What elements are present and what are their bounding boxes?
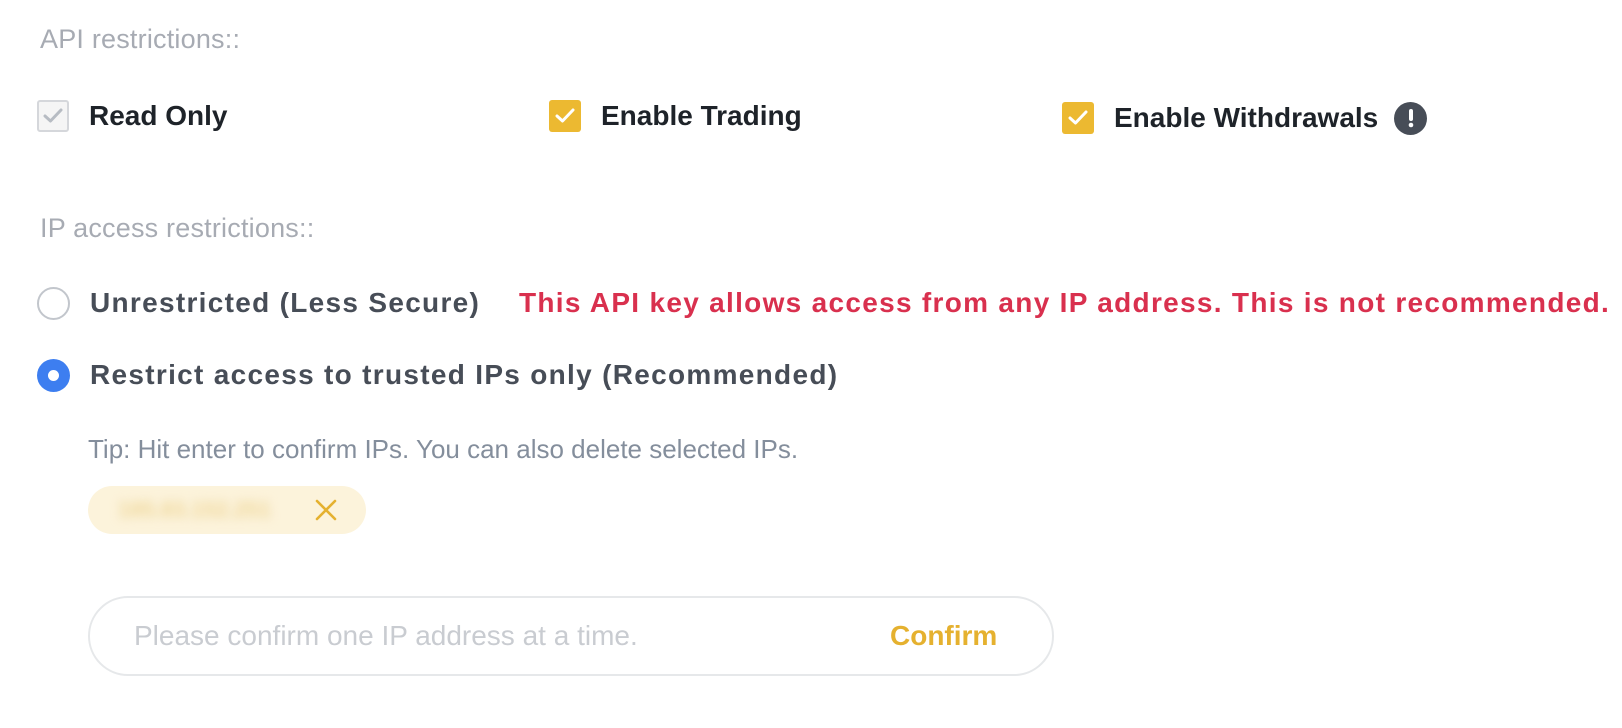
restricted-option[interactable]: Restrict access to trusted IPs only (Rec… <box>37 355 838 395</box>
ip-tip-text: Tip: Hit enter to confirm IPs. You can a… <box>88 434 799 464</box>
check-icon <box>555 108 575 123</box>
enable-withdrawals-label[interactable]: Enable Withdrawals <box>1114 102 1378 134</box>
enable-trading-label[interactable]: Enable Trading <box>601 100 802 132</box>
ip-tag-value: 185.83.152.251 <box>118 497 271 522</box>
check-icon <box>43 108 63 123</box>
unrestricted-label[interactable]: Unrestricted (Less Secure) <box>90 287 480 319</box>
unrestricted-warning-text: This API key allows access from any IP a… <box>519 287 1611 318</box>
api-restrictions-label: API restrictions:: <box>40 24 241 54</box>
confirm-button[interactable]: Confirm <box>890 616 997 656</box>
ip-address-input[interactable] <box>132 605 836 667</box>
ip-input-container: Confirm <box>88 596 1054 676</box>
ip-restrictions-label: IP access restrictions:: <box>40 213 315 243</box>
restricted-label[interactable]: Restrict access to trusted IPs only (Rec… <box>90 359 838 391</box>
radio-dot <box>48 369 59 381</box>
enable-withdrawals-option[interactable]: Enable Withdrawals <box>1062 98 1428 138</box>
enable-withdrawals-checkbox[interactable] <box>1062 102 1094 134</box>
read-only-option: Read Only <box>37 96 227 136</box>
ip-tag: 185.83.152.251 <box>88 486 366 534</box>
read-only-label: Read Only <box>89 100 228 131</box>
enable-trading-option[interactable]: Enable Trading <box>549 96 802 136</box>
enable-trading-checkbox[interactable] <box>549 100 581 132</box>
unrestricted-radio[interactable] <box>37 286 70 320</box>
restricted-radio[interactable] <box>37 358 70 392</box>
close-icon[interactable] <box>314 498 338 522</box>
exclamation-circle-icon[interactable] <box>1394 101 1428 135</box>
unrestricted-option[interactable]: Unrestricted (Less Secure) <box>37 283 480 323</box>
api-key-restrictions-panel: API restrictions:: Read Only Enable Trad… <box>0 0 1622 728</box>
check-icon <box>1068 110 1088 125</box>
read-only-checkbox <box>37 100 69 132</box>
